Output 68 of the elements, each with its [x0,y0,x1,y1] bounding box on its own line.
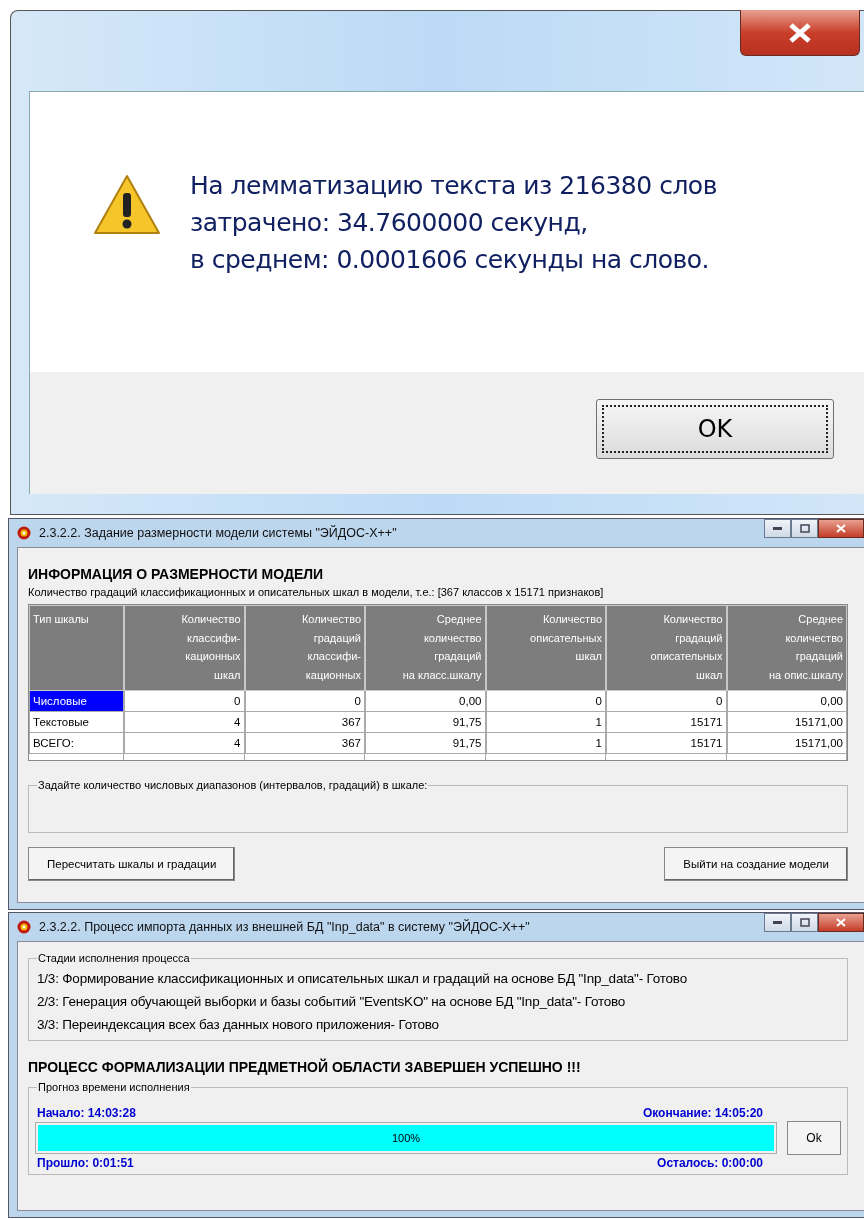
ok-button[interactable]: Ok [787,1121,841,1155]
table-cell: 0 [485,691,606,712]
table-cell: 1 [485,712,606,733]
table-cell: 367 [244,712,365,733]
close-button[interactable] [818,519,864,538]
summary-text: Количество градаций классификационных и описательных шкал в модели, т.е.: [367 классов x 15171 признаков] [28,586,605,598]
message-text: в среднем: 0.0001606 секунды на слово. [190,243,710,276]
stage-text: 1/3: Формирование классификационных и описательных шкал и градаций на основе БД "Inp_data"- Готово [37,971,688,986]
remaining-time: Осталось: 0:00:00 [657,1156,763,1170]
section-heading: ИНФОРМАЦИЯ О РАЗМЕРНОСТИ МОДЕЛИ [28,566,325,582]
app-logo-icon [17,526,31,540]
window-title: 2.3.2.2. Задание размерности модели системы "ЭЙДОС-X++" [39,526,397,540]
table-cell: 0 [606,691,727,712]
row-header-cell[interactable]: ВСЕГО: [29,733,124,754]
maximize-icon [799,918,810,927]
elapsed-time: Прошло: 0:01:51 [37,1156,134,1170]
start-time: Начало: 14:03:28 [37,1106,136,1120]
table-cell: 0,00 [365,691,486,712]
maximize-button[interactable] [791,913,818,932]
maximize-icon [799,524,810,533]
table-cell: 91,75 [365,733,486,754]
status-message: ПРОЦЕСС ФОРМАЛИЗАЦИИ ПРЕДМЕТНОЙ ОБЛАСТИ ЗАВЕРШЕН УСПЕШНО !!! [28,1059,582,1075]
table-cell: 15171,00 [726,712,847,733]
minimize-icon [773,921,782,924]
table-cell: 1 [485,733,606,754]
ok-button[interactable]: OK [596,399,834,459]
minimize-icon [773,527,782,530]
table-cell: 0 [244,691,365,712]
window-title: 2.3.2.2. Процесс импорта данных из внешней БД "Inp_data" в систему "ЭЙДОС-X++" [39,920,530,934]
column-header: Тип шкалы [29,605,124,691]
group-label: Задайте количество числовых диапазонов (интервалов, градаций) в шкале: [37,779,429,791]
column-header: Количество градаций описательных шкал [606,605,727,691]
table-cell: 15171 [606,733,727,754]
minimize-button[interactable] [764,913,791,932]
close-button[interactable] [740,10,860,56]
recalculate-button[interactable]: Пересчитать шкалы и градации [28,847,236,881]
column-header: Среднее количество градаций на класс.шкалу [365,605,486,691]
stage-text: 2/3: Генерация обучающей выборки и базы событий "EventsKO" на основе БД "Inp_data"- Готово [37,994,627,1009]
maximize-button[interactable] [791,519,818,538]
table-cell: 15171 [606,712,727,733]
app-logo-icon [17,920,31,934]
column-header: Количество градаций классифи- кационных [244,605,365,691]
table-cell: 4 [124,712,245,733]
close-icon [836,918,846,927]
message-text: На лемматизацию текста из 216380 слов [190,169,717,202]
group-label: Стадии исполнения процесса [37,952,191,964]
exit-button[interactable]: Выйти на создание модели [664,847,848,881]
close-button[interactable] [818,913,864,932]
table-cell: 367 [244,733,365,754]
close-icon [836,524,846,533]
end-time: Окончание: 14:05:20 [642,1106,763,1120]
table-cell: 4 [124,733,245,754]
row-header-cell[interactable]: Числовые [29,691,124,712]
warning-icon [92,172,162,237]
column-header: Среднее количество градаций на опис.шкалу [726,605,847,691]
table-cell: 0,00 [726,691,847,712]
column-header: Количество классифи- кационных шкал [124,605,245,691]
table-cell: 15171,00 [726,733,847,754]
column-header: Количество описательных шкал [485,605,606,691]
message-text: затрачено: 34.7600000 секунд, [190,206,589,239]
progress-text: 100% [391,1132,421,1144]
row-header-cell[interactable]: Текстовые [29,712,124,733]
minimize-button[interactable] [764,519,791,538]
close-icon [787,22,813,43]
table-cell: 91,75 [365,712,486,733]
stage-text: 3/3: Переиндексация всех баз данных нового приложения- Готово [37,1017,440,1032]
table-cell: 0 [124,691,245,712]
group-label: Прогноз времени исполнения [37,1081,191,1093]
